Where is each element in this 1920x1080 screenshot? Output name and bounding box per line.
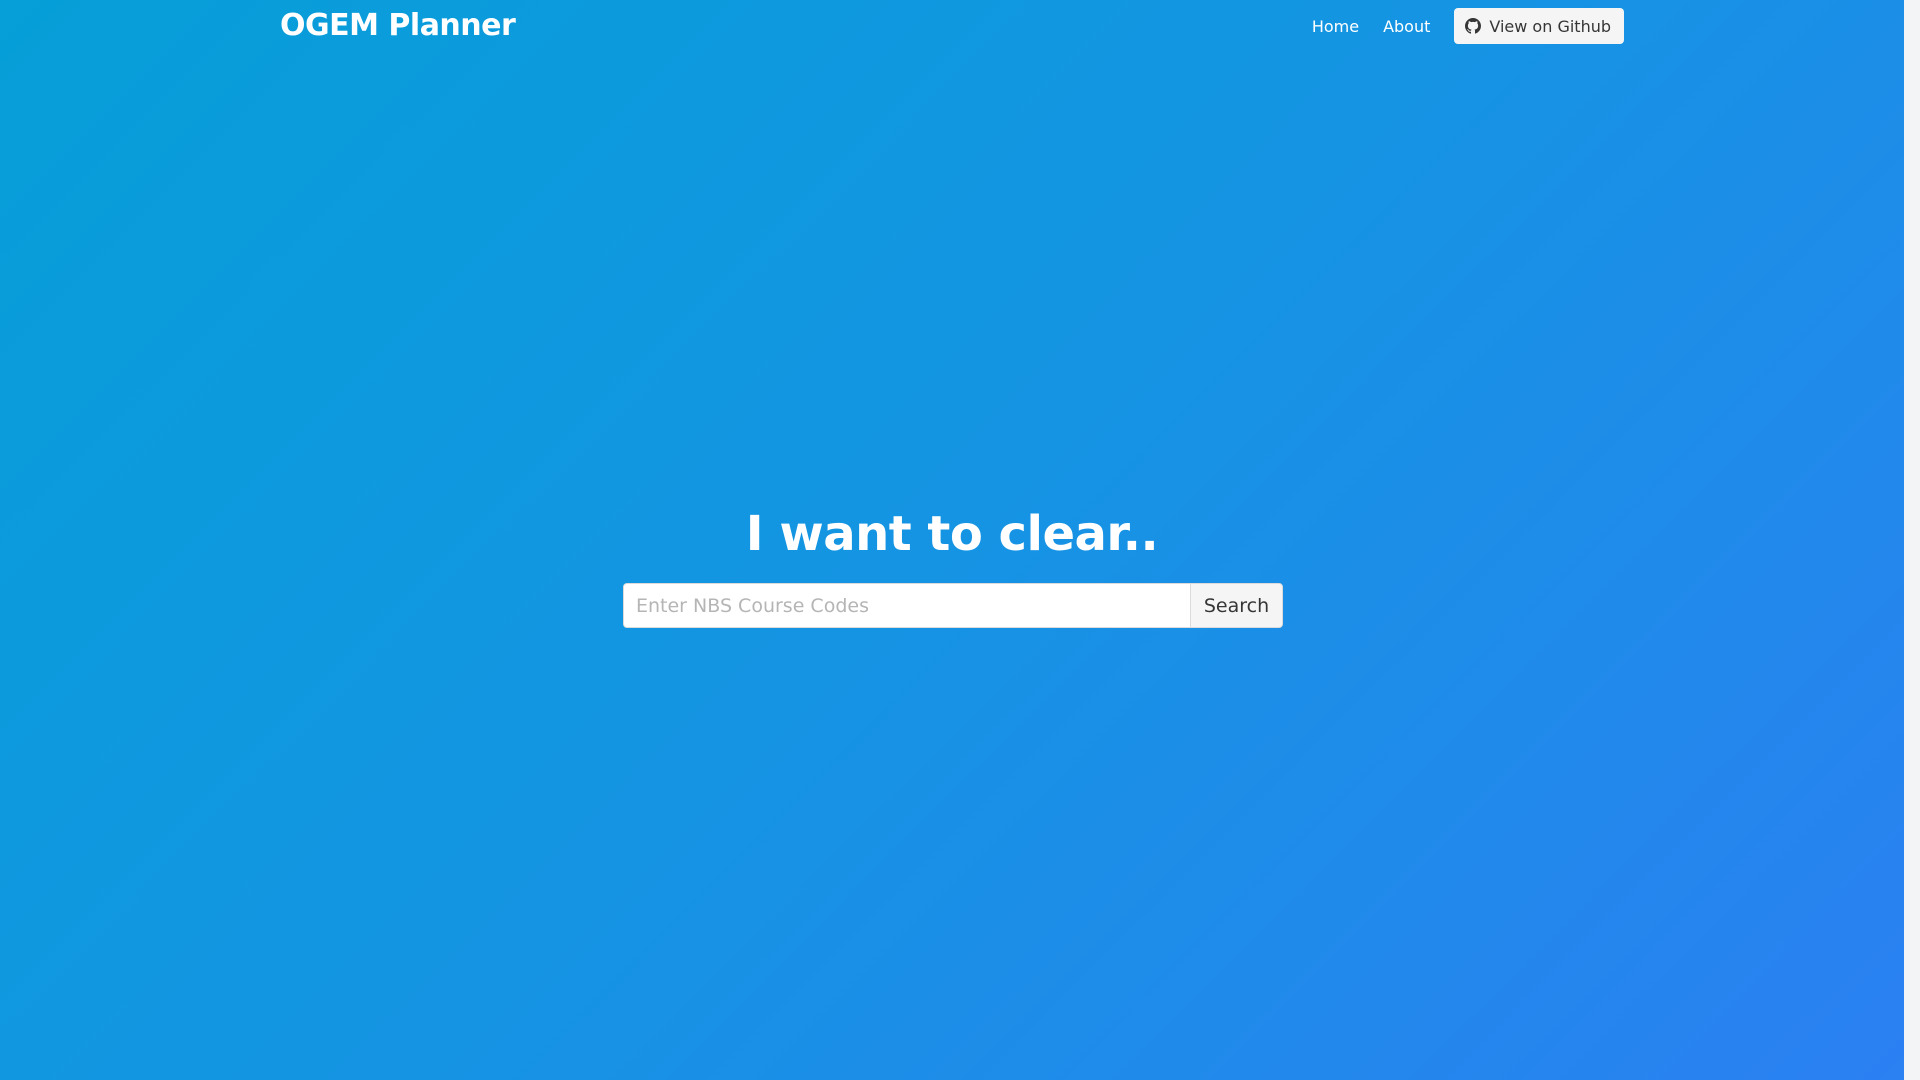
page-background: OGEM Planner Home About View on Github I… <box>0 0 1904 1080</box>
nav-links: Home About View on Github <box>1312 8 1624 44</box>
navbar: OGEM Planner Home About View on Github <box>0 0 1904 52</box>
course-code-search-input[interactable] <box>623 583 1190 628</box>
course-search-form: Search <box>623 583 1283 628</box>
vertical-scrollbar[interactable] <box>1904 0 1920 1080</box>
search-button[interactable]: Search <box>1190 583 1283 628</box>
nav-link-home[interactable]: Home <box>1312 17 1359 36</box>
github-icon <box>1465 18 1482 34</box>
hero-title: I want to clear.. <box>745 506 1159 562</box>
brand-logo-link[interactable]: OGEM Planner <box>280 8 516 43</box>
hero-section: I want to clear.. <box>0 500 1904 568</box>
nav-link-about[interactable]: About <box>1383 17 1430 36</box>
github-button-label: View on Github <box>1489 16 1611 36</box>
view-on-github-button[interactable]: View on Github <box>1454 8 1624 44</box>
